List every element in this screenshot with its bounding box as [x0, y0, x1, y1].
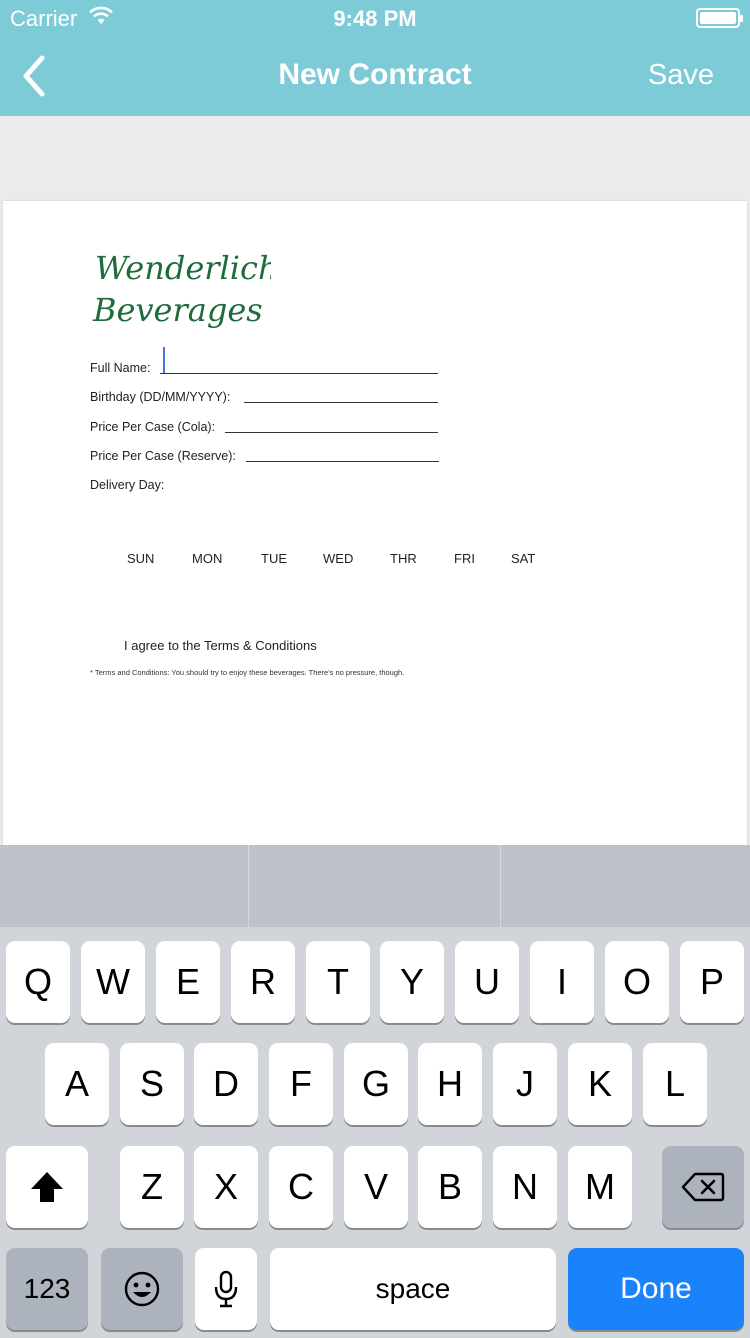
- numbers-key[interactable]: 123: [6, 1248, 88, 1330]
- delivery-day-label: Delivery Day:: [90, 478, 165, 492]
- key-w[interactable]: W: [81, 941, 145, 1023]
- price-cola-field[interactable]: [225, 432, 438, 433]
- key-r[interactable]: R: [231, 941, 295, 1023]
- page-title: New Contract: [278, 58, 472, 91]
- key-a[interactable]: A: [45, 1043, 109, 1125]
- svg-text:Wenderlich: Wenderlich: [95, 249, 271, 287]
- day-option-tue[interactable]: TUE: [261, 551, 287, 566]
- emoji-key[interactable]: [101, 1248, 183, 1330]
- day-option-mon[interactable]: MON: [192, 551, 222, 566]
- price-cola-label: Price Per Case (Cola):: [90, 420, 216, 434]
- suggestion-bar: [0, 845, 750, 927]
- company-logo: Wenderlich Beverages: [92, 249, 271, 329]
- key-p[interactable]: P: [680, 941, 744, 1023]
- save-button[interactable]: Save: [648, 59, 714, 92]
- key-b[interactable]: B: [418, 1146, 482, 1228]
- key-m[interactable]: M: [568, 1146, 632, 1228]
- birthday-field[interactable]: [244, 402, 438, 403]
- key-o[interactable]: O: [605, 941, 669, 1023]
- key-j[interactable]: J: [493, 1043, 557, 1125]
- full-name-label: Full Name:: [90, 361, 151, 375]
- key-h[interactable]: H: [418, 1043, 482, 1125]
- key-k[interactable]: K: [568, 1043, 632, 1125]
- key-c[interactable]: C: [269, 1146, 333, 1228]
- navigation-bar: Carrier 9:48 PM New Contract Save: [0, 0, 750, 116]
- text-cursor: [163, 347, 165, 373]
- key-f[interactable]: F: [269, 1043, 333, 1125]
- day-option-thr[interactable]: THR: [390, 551, 417, 566]
- key-u[interactable]: U: [455, 941, 519, 1023]
- key-z[interactable]: Z: [120, 1146, 184, 1228]
- full-name-field[interactable]: [160, 373, 438, 374]
- suggestion-divider: [248, 845, 249, 927]
- key-l[interactable]: L: [643, 1043, 707, 1125]
- day-option-sat[interactable]: SAT: [511, 551, 535, 566]
- birthday-label: Birthday (DD/MM/YYYY):: [90, 390, 231, 404]
- backspace-icon: [681, 1172, 725, 1202]
- shift-icon: [31, 1172, 63, 1202]
- key-e[interactable]: E: [156, 941, 220, 1023]
- price-reserve-field[interactable]: [246, 461, 439, 462]
- terms-fine-print: * Terms and Conditions: You should try t…: [90, 668, 405, 677]
- battery-icon: [696, 8, 743, 28]
- keyboard: Q W E R T Y U I O P A S D F G H J K L Z …: [0, 927, 750, 1338]
- key-i[interactable]: I: [530, 941, 594, 1023]
- day-option-wed[interactable]: WED: [323, 551, 353, 566]
- backspace-key[interactable]: [662, 1146, 744, 1228]
- day-option-sun[interactable]: SUN: [127, 551, 154, 566]
- key-q[interactable]: Q: [6, 941, 70, 1023]
- emoji-icon: [124, 1271, 160, 1307]
- key-v[interactable]: V: [344, 1146, 408, 1228]
- microphone-icon: [214, 1270, 238, 1308]
- svg-text:Beverages: Beverages: [92, 291, 263, 329]
- status-bar: Carrier 9:48 PM: [0, 0, 750, 40]
- key-x[interactable]: X: [194, 1146, 258, 1228]
- key-s[interactable]: S: [120, 1043, 184, 1125]
- shift-key[interactable]: [6, 1146, 88, 1228]
- suggestion-divider: [500, 845, 501, 927]
- microphone-key[interactable]: [195, 1248, 257, 1330]
- contract-document: Wenderlich Beverages Full Name: Birthday…: [3, 201, 747, 851]
- key-n[interactable]: N: [493, 1146, 557, 1228]
- key-t[interactable]: T: [306, 941, 370, 1023]
- clock: 9:48 PM: [333, 6, 417, 31]
- terms-agree-checkbox[interactable]: I agree to the Terms & Conditions: [124, 638, 317, 653]
- space-key[interactable]: space: [270, 1248, 556, 1330]
- key-g[interactable]: G: [344, 1043, 408, 1125]
- day-option-fri[interactable]: FRI: [454, 551, 475, 566]
- price-reserve-label: Price Per Case (Reserve):: [90, 449, 236, 463]
- key-d[interactable]: D: [194, 1043, 258, 1125]
- done-key[interactable]: Done: [568, 1248, 744, 1330]
- key-y[interactable]: Y: [380, 941, 444, 1023]
